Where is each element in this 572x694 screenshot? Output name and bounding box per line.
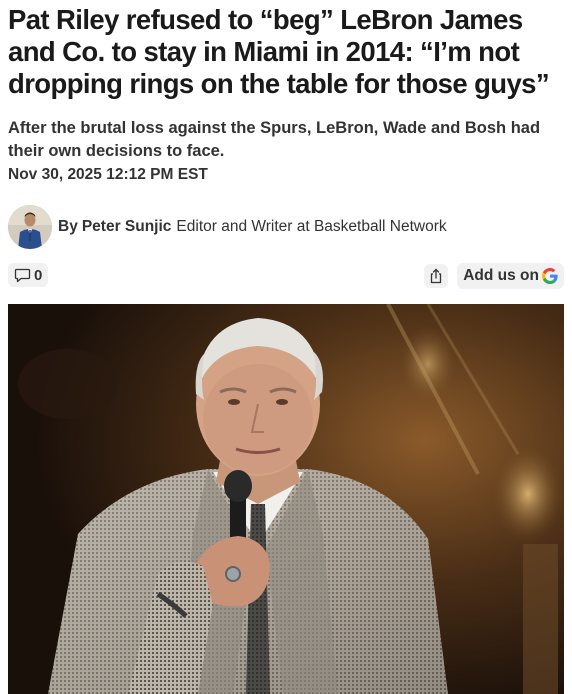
article-headline: Pat Riley refused to “beg” LeBron James …	[8, 4, 550, 99]
comment-bubble-icon	[14, 268, 31, 282]
article-actions: 0 Add us on	[8, 263, 564, 289]
article-hero-photo	[8, 304, 564, 694]
add-us-on-google-button[interactable]: Add us on	[457, 263, 564, 289]
share-button[interactable]	[424, 264, 448, 288]
comments-count: 0	[34, 266, 43, 284]
author-avatar[interactable]	[8, 205, 52, 249]
share-icon	[430, 268, 442, 284]
author-role: Editor and Writer at Basketball Network	[176, 218, 447, 235]
google-button-label: Add us on	[463, 267, 539, 284]
comments-button[interactable]: 0	[8, 263, 49, 287]
author-name-link[interactable]: Peter Sunjic	[82, 218, 172, 235]
article: Pat Riley refused to “beg” LeBron James …	[0, 0, 572, 694]
article-dateline: Nov 30, 2025 12:12 PM EST	[8, 166, 208, 183]
byline-by-label: By	[58, 218, 78, 235]
hero-photo-illustration	[8, 304, 564, 694]
article-subtitle: After the brutal loss against the Spurs,…	[8, 119, 541, 160]
author-row: By Peter Sunjic Editor and Writer at Baske…	[8, 205, 568, 249]
author-byline: By Peter Sunjic Editor and Writer at Baske…	[58, 218, 447, 236]
author-avatar-image	[8, 205, 52, 249]
google-g-icon	[542, 268, 558, 284]
